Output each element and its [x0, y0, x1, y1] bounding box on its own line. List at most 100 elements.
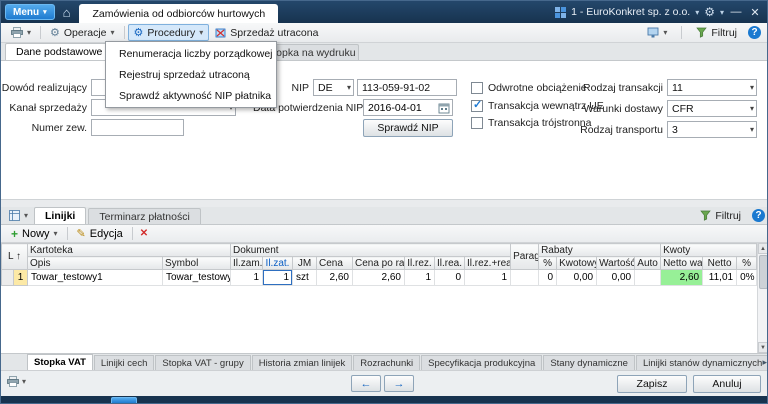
- cell-rabat-wartosc[interactable]: 0,00: [596, 269, 636, 286]
- column-header-netto-wal[interactable]: Netto wal.: [660, 256, 704, 270]
- menu-item-sprawdz-aktywnosc-nip[interactable]: Sprawdź aktywność NIP płatnika: [107, 85, 275, 106]
- group-header-dokument[interactable]: Dokument: [229, 243, 512, 257]
- table-vertical-scrollbar[interactable]: ▲ ▼: [757, 243, 767, 353]
- rodzaj-transakcji-combobox[interactable]: 11 ▾: [667, 79, 757, 96]
- edycja-button[interactable]: ✎ Edycja: [71, 225, 129, 242]
- cell-cena[interactable]: 2,60: [316, 269, 353, 286]
- nip-country-combobox[interactable]: DE ▾: [313, 79, 354, 96]
- column-header-auto[interactable]: Auto: [634, 256, 662, 270]
- cell-netto-wal[interactable]: 2,60: [660, 269, 704, 286]
- anuluj-button[interactable]: Anuluj: [693, 375, 761, 393]
- nip-input[interactable]: 113-059-91-02: [357, 79, 457, 96]
- tab-dane-podstawowe[interactable]: Dane podstawowe: [5, 43, 114, 60]
- warunki-dostawy-combobox[interactable]: CFR ▾: [667, 100, 757, 117]
- data-potwierdzenia-nip-input[interactable]: 2016-04-01: [363, 99, 453, 116]
- nowy-button[interactable]: + Nowy ▾: [5, 225, 64, 242]
- cell-il-zam[interactable]: 1: [230, 269, 263, 286]
- tab-rozrachunki[interactable]: Rozrachunki: [353, 355, 421, 370]
- cell-rabat-kwotowy[interactable]: 0,00: [556, 269, 598, 286]
- cell-auto[interactable]: [634, 269, 662, 286]
- table-row[interactable]: 1 Towar_testowy1 Towar_testowy1 1 1 szt …: [1, 269, 757, 286]
- group-header-rabaty[interactable]: Rabaty: [538, 243, 662, 257]
- column-header-netto[interactable]: Netto: [702, 256, 738, 270]
- sprawdz-nip-button[interactable]: Sprawdź NIP: [363, 119, 453, 137]
- column-header-il-zam[interactable]: Il.zam.: [230, 256, 263, 270]
- column-header-kwotowy[interactable]: Kwotowy: [556, 256, 598, 270]
- cell-netto[interactable]: 11,01: [702, 269, 738, 286]
- print-button[interactable]: ▾: [5, 24, 37, 41]
- tabs-scroll-right-icon[interactable]: ▸: [762, 357, 767, 368]
- lines-filter-button[interactable]: Filtruj: [694, 207, 747, 224]
- cell-il-rez-rea[interactable]: 1: [463, 269, 512, 286]
- tab-stopka-vat-grupy[interactable]: Stopka VAT - grupy: [155, 355, 251, 370]
- group-header-kwoty[interactable]: Kwoty: [660, 243, 757, 257]
- column-header-opis[interactable]: Opis: [27, 256, 163, 270]
- previous-record-button[interactable]: ←: [351, 375, 381, 392]
- calendar-icon[interactable]: [438, 102, 450, 114]
- cell-vat[interactable]: 0%: [736, 269, 757, 286]
- menu-item-renumeracja[interactable]: Renumeracja liczby porządkowej: [107, 43, 275, 64]
- column-header-paragon[interactable]: Paragon: [510, 243, 540, 270]
- window-tab[interactable]: Zamówienia od odbiorców hurtowych: [79, 4, 279, 23]
- tab-stopka-vat[interactable]: Stopka VAT: [27, 354, 93, 370]
- footer-print-button[interactable]: ▾: [7, 376, 26, 387]
- tab-linijki-cech[interactable]: Linijki cech: [93, 355, 155, 370]
- lines-panel-options-button[interactable]: ▾: [3, 208, 34, 223]
- tab-stany-dynamiczne[interactable]: Stany dynamiczne: [543, 355, 635, 370]
- column-header-il-zat[interactable]: Il.zat.: [262, 256, 293, 270]
- column-header-il-rez-rea[interactable]: Il.rez.+rea.: [463, 256, 512, 270]
- tab-historia-zmian-linijek[interactable]: Historia zmian linijek: [251, 355, 353, 370]
- group-header-kartoteka[interactable]: Kartoteka: [27, 243, 231, 257]
- cell-editor[interactable]: 1: [263, 270, 292, 285]
- cell-paragon[interactable]: [510, 269, 540, 286]
- view-button[interactable]: ▾: [641, 24, 673, 41]
- sprzedaz-utracona-button[interactable]: Sprzedaż utracona: [209, 24, 324, 41]
- chevron-down-icon[interactable]: ▾: [720, 8, 724, 17]
- window-close-button[interactable]: ✕: [748, 6, 762, 19]
- gear-icon[interactable]: ⚙: [704, 5, 715, 19]
- menu-item-rejestruj-sprzedaz[interactable]: Rejestruj sprzedaż utraconą: [107, 64, 275, 85]
- cell-symbol[interactable]: Towar_testowy1: [162, 269, 231, 286]
- scroll-up-icon[interactable]: ▲: [758, 243, 767, 254]
- column-header-vat[interactable]: %: [736, 256, 757, 270]
- cell-il-rez[interactable]: 1: [404, 269, 435, 286]
- tab-specyfikacja-produkcyjna[interactable]: Specyfikacja produkcyjna: [421, 355, 543, 370]
- cell-jm[interactable]: szt: [292, 269, 317, 286]
- cell-il-rea[interactable]: 0: [434, 269, 465, 286]
- column-header-cena-po-rab[interactable]: Cena po rab.: [352, 256, 405, 270]
- window-minimize-button[interactable]: —: [729, 6, 743, 18]
- menu-button[interactable]: Menu ▾: [5, 4, 55, 20]
- lines-help-button[interactable]: ?: [752, 209, 765, 222]
- column-header-symbol[interactable]: Symbol: [162, 256, 231, 270]
- column-header-cena[interactable]: Cena: [316, 256, 353, 270]
- company-selector[interactable]: 1 - EuroKonkret sp. z o.o.: [571, 6, 690, 18]
- scrollbar-thumb[interactable]: [759, 255, 767, 289]
- row-number-cell[interactable]: 1: [13, 269, 28, 286]
- column-header-lp[interactable]: L ↑: [1, 243, 28, 270]
- background-menu-button[interactable]: [111, 397, 137, 403]
- column-header-il-rea[interactable]: Il.rea.: [434, 256, 465, 270]
- home-icon[interactable]: ⌂: [63, 5, 71, 20]
- tab-terminarz-platnosci[interactable]: Terminarz płatności: [88, 208, 201, 224]
- next-record-button[interactable]: →: [384, 375, 414, 392]
- zapisz-button[interactable]: Zapisz: [617, 375, 687, 393]
- panel-splitter[interactable]: [1, 199, 767, 207]
- cell-opis[interactable]: Towar_testowy1: [27, 269, 163, 286]
- cell-il-zat-focused[interactable]: 1: [262, 269, 293, 286]
- numer-zew-input[interactable]: [91, 119, 184, 136]
- row-marker-cell[interactable]: [1, 269, 14, 286]
- column-header-il-rez[interactable]: Il.rez.: [404, 256, 435, 270]
- cell-cena-po-rab[interactable]: 2,60: [352, 269, 405, 286]
- delete-row-button[interactable]: ✕: [136, 228, 152, 239]
- scroll-down-icon[interactable]: ▼: [758, 342, 767, 353]
- rodzaj-transportu-combobox[interactable]: 3 ▾: [667, 121, 757, 138]
- column-header-rabat-proc[interactable]: %: [538, 256, 558, 270]
- tab-linijki-stanow-dynamicznych[interactable]: Linijki stanów dynamicznych: [635, 355, 767, 370]
- help-button[interactable]: ?: [748, 26, 761, 39]
- tab-linijki[interactable]: Linijki: [34, 207, 87, 224]
- column-header-jm[interactable]: JM: [292, 256, 317, 270]
- column-header-wartosc[interactable]: Wartość: [596, 256, 636, 270]
- filter-button[interactable]: Filtruj: [690, 24, 743, 41]
- cell-rabat-proc[interactable]: 0: [538, 269, 558, 286]
- operacje-button[interactable]: ⚙ Operacje ▾: [44, 24, 121, 41]
